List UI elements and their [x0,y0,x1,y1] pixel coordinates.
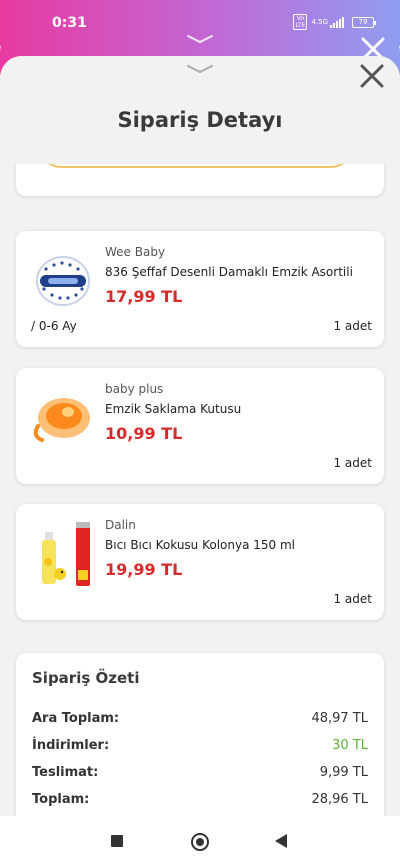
summary-label: İndirimler: [32,738,110,753]
battery-icon: 79 [352,16,376,28]
order-detail-sheet: Sipariş Detayı Wee Baby 836 Şeffaf Desen… [0,56,400,816]
summary-label: Teslimat: [32,765,99,780]
status-time: 0:31 [52,15,87,31]
product-card[interactable]: Dalin Bıcı Bıcı Kokusu Kolonya 150 ml 19… [16,504,384,620]
product-price: 19,99 TL [105,560,183,579]
product-variant: / 0-6 Ay [31,319,77,333]
product-price: 17,99 TL [105,287,183,306]
summary-row-delivery: Teslimat: 9,99 TL [32,765,368,785]
sheet-header: Sipariş Detayı [0,56,400,164]
summary-value: 30 TL [332,738,368,753]
product-quantity: 1 adet [333,319,372,333]
network-type-label: 4.5G [311,18,328,26]
volte-icon: Vo LTE [293,14,308,30]
product-quantity: 1 adet [333,456,372,470]
product-name: Emzik Saklama Kutusu [105,402,242,416]
product-brand: baby plus [105,382,164,396]
summary-value: 48,97 TL [311,711,368,726]
summary-label: Toplam: [32,792,90,807]
cologne-image [42,522,90,586]
pacifier-image [36,256,90,306]
summary-value: 9,99 TL [319,765,368,780]
close-button[interactable] [358,62,386,90]
product-card[interactable]: Wee Baby 836 Şeffaf Desenli Damaklı Emzi… [16,231,384,347]
chevron-down-icon [187,35,213,44]
home-button[interactable] [191,833,209,851]
pacifier-case-image [33,398,90,442]
product-brand: Wee Baby [105,245,166,259]
summary-row-subtotal: Ara Toplam: 48,97 TL [32,711,368,731]
product-quantity: 1 adet [333,592,372,606]
order-summary-card: Sipariş Özeti Ara Toplam: 48,97 TL İndir… [16,653,384,816]
product-name: Bıcı Bıcı Kokusu Kolonya 150 ml [105,538,296,552]
back-button[interactable] [275,834,287,848]
signal-icon [330,16,344,28]
summary-value: 28,96 TL [311,792,368,807]
product-brand: Dalin [105,518,136,532]
chevron-down-icon[interactable] [186,64,214,74]
system-nav-bar [0,816,400,866]
recent-apps-button[interactable] [111,835,123,847]
page-title: Sipariş Detayı [117,108,283,132]
product-name: 836 Şeffaf Desenli Damaklı Emzik Asortil… [105,265,353,279]
summary-row-total: Toplam: 28,96 TL [32,792,368,812]
product-card[interactable]: baby plus Emzik Saklama Kutusu 10,99 TL … [16,368,384,484]
summary-row-discounts: İndirimler: 30 TL [32,738,368,758]
summary-label: Ara Toplam: [32,711,120,726]
summary-title: Sipariş Özeti [32,669,140,687]
product-price: 10,99 TL [105,424,183,443]
status-icons: Vo LTE 4.5G 79 [293,14,376,30]
